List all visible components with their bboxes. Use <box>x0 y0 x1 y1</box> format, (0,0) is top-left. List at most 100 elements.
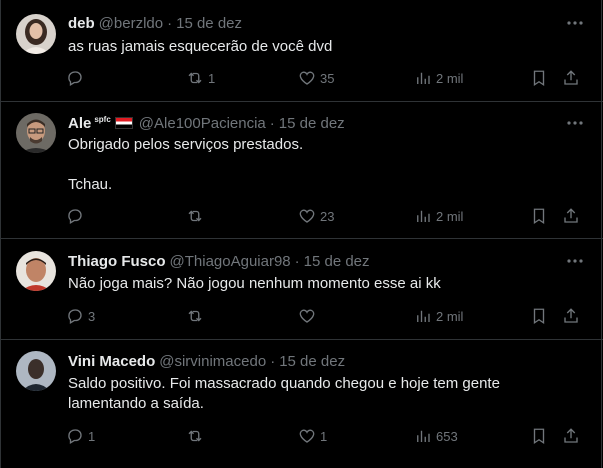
separator-dot: · <box>269 114 275 132</box>
like-button[interactable]: 23 <box>298 205 334 227</box>
repost-icon <box>188 430 202 442</box>
share-button[interactable] <box>562 67 580 89</box>
reply-icon <box>68 71 82 86</box>
separator-dot: · <box>270 352 276 370</box>
repost-button[interactable] <box>186 205 208 227</box>
separator-dot: · <box>294 252 300 270</box>
like-button[interactable]: 35 <box>298 67 334 89</box>
like-button[interactable]: 1 <box>298 425 327 447</box>
bookmark-icon <box>533 70 545 87</box>
tweet-text: as ruas jamais esquecerão de você dvd <box>68 38 333 55</box>
reply-icon <box>68 309 82 324</box>
reply-icon <box>68 209 82 224</box>
bookmark-button[interactable] <box>530 305 548 327</box>
author-handle[interactable]: @sirvinimacedo <box>159 353 266 370</box>
like-count: 1 <box>320 428 328 444</box>
views-count: 2 mil <box>436 70 464 86</box>
repost-icon <box>188 72 202 84</box>
tweet-header: Vini Macedo @sirvinimacedo · 15 de dez <box>68 351 345 371</box>
repost-icon <box>188 310 202 322</box>
bookmark-button[interactable] <box>530 67 548 89</box>
views-icon <box>417 210 430 222</box>
tweet-date[interactable]: 15 de dez <box>279 353 345 370</box>
author-name[interactable]: Ale <box>68 115 91 132</box>
tweet-text: Não joga mais? Não jogou nenhum momento … <box>68 275 441 292</box>
like-count: 35 <box>320 70 335 86</box>
more-icon <box>567 21 583 25</box>
heart-icon <box>299 71 315 85</box>
more-icon <box>567 121 583 125</box>
like-button[interactable] <box>298 305 320 327</box>
author-handle[interactable]: @ThiagoAguiar98 <box>170 253 291 270</box>
tweet-header: deb @berzldo · 15 de dez <box>68 13 242 33</box>
tweet-date[interactable]: 15 de dez <box>304 253 370 270</box>
author-name[interactable]: deb <box>68 15 95 32</box>
share-icon <box>564 308 578 323</box>
heart-icon <box>299 309 315 323</box>
heart-icon <box>299 429 315 443</box>
reply-button[interactable]: 1 <box>66 425 95 447</box>
tweet-header: Ale spfc @Ale100Paciencia · 15 de dez <box>68 113 345 133</box>
bookmark-icon <box>533 428 545 445</box>
tweet-2[interactable]: Ale spfc @Ale100Paciencia · 15 de dez Ob… <box>0 101 603 239</box>
avatar[interactable] <box>16 351 56 391</box>
views-count: 2 mil <box>436 308 464 324</box>
tweet-text: Obrigado pelos serviços prestados. Tchau… <box>68 136 304 193</box>
share-button[interactable] <box>562 305 580 327</box>
bookmark-button[interactable] <box>530 425 548 447</box>
more-icon <box>567 259 583 263</box>
avatar-image <box>16 251 56 291</box>
tweet-1[interactable]: deb @berzldo · 15 de dez as ruas jamais … <box>0 0 603 102</box>
views-icon <box>417 310 430 322</box>
avatar-image <box>16 113 56 153</box>
author-name[interactable]: Thiago Fusco <box>68 253 166 270</box>
views-count: 2 mil <box>436 208 464 224</box>
avatar[interactable] <box>16 251 56 291</box>
repost-button[interactable] <box>186 425 208 447</box>
more-options-button[interactable] <box>565 113 585 133</box>
tweet-text: Saldo positivo. Foi massacrado quando ch… <box>68 375 505 412</box>
avatar-image <box>16 351 56 391</box>
separator-dot: · <box>167 14 173 32</box>
tweet-date[interactable]: 15 de dez <box>176 15 242 32</box>
bookmark-icon <box>533 208 545 225</box>
reply-button[interactable] <box>66 67 88 89</box>
reply-icon <box>68 429 82 444</box>
views-icon <box>417 72 430 84</box>
author-badge: spfc <box>94 114 111 124</box>
reply-button[interactable] <box>66 205 88 227</box>
tweet-3[interactable]: Thiago Fusco @ThiagoAguiar98 · 15 de dez… <box>0 238 603 340</box>
views-button[interactable]: 2 mil <box>414 205 463 227</box>
avatar[interactable] <box>16 14 56 54</box>
author-handle[interactable]: @berzldo <box>99 15 163 32</box>
avatar-image <box>16 14 56 54</box>
tweet-actions: 1 1 653 <box>60 425 590 447</box>
views-icon <box>417 430 430 442</box>
tweet-actions: 1 35 2 mil <box>60 67 590 89</box>
reply-count: 3 <box>88 308 96 324</box>
tweet-4[interactable]: Vini Macedo @sirvinimacedo · 15 de dez S… <box>0 339 603 468</box>
tweet-actions: 3 2 mil <box>60 305 590 327</box>
tweet-header: Thiago Fusco @ThiagoAguiar98 · 15 de dez <box>68 251 370 271</box>
views-button[interactable]: 653 <box>414 425 458 447</box>
repost-button[interactable]: 1 <box>186 67 215 89</box>
share-button[interactable] <box>562 205 580 227</box>
repost-icon <box>188 210 202 222</box>
reply-button[interactable]: 3 <box>66 305 95 327</box>
avatar[interactable] <box>16 113 56 153</box>
share-button[interactable] <box>562 425 580 447</box>
heart-icon <box>299 209 315 223</box>
flag-emoji-icon <box>114 117 133 129</box>
views-button[interactable]: 2 mil <box>414 305 463 327</box>
views-count: 653 <box>436 428 458 444</box>
views-button[interactable]: 2 mil <box>414 67 463 89</box>
author-handle[interactable]: @Ale100Paciencia <box>139 115 266 132</box>
bookmark-button[interactable] <box>530 205 548 227</box>
more-options-button[interactable] <box>565 13 585 33</box>
repost-button[interactable] <box>186 305 208 327</box>
more-options-button[interactable] <box>565 251 585 271</box>
tweet-date[interactable]: 15 de dez <box>279 115 345 132</box>
like-count: 23 <box>320 208 335 224</box>
tweet-actions: 23 2 mil <box>60 205 590 227</box>
author-name[interactable]: Vini Macedo <box>68 353 155 370</box>
